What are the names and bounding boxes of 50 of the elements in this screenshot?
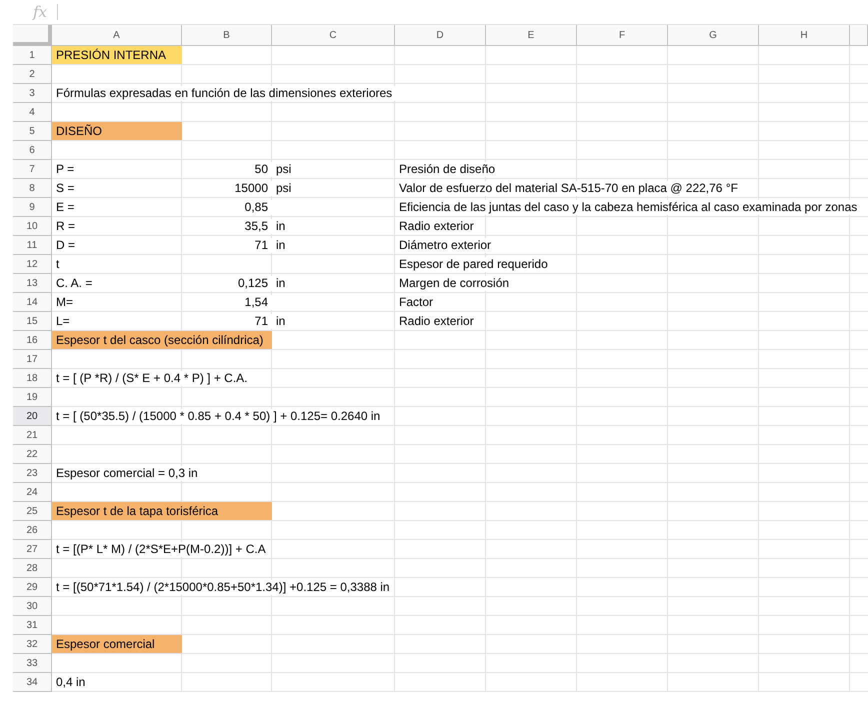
- row-header[interactable]: 18: [13, 369, 52, 388]
- section-heading: Espesor t de la tapa torisférica: [52, 502, 272, 520]
- column-header[interactable]: C: [272, 25, 395, 46]
- row-header[interactable]: 13: [13, 274, 52, 293]
- row-header[interactable]: 31: [13, 616, 52, 635]
- row-header[interactable]: 33: [13, 654, 52, 673]
- section-heading: Espesor comercial: [52, 635, 182, 653]
- section-heading: PRESIÓN INTERNA: [52, 46, 182, 64]
- formula-icon: fx: [33, 4, 48, 20]
- row-header[interactable]: 20: [13, 407, 52, 426]
- row-header[interactable]: 25: [13, 502, 52, 521]
- row-header[interactable]: 6: [13, 141, 52, 160]
- column-header[interactable]: A: [52, 25, 182, 46]
- column-header[interactable]: G: [668, 25, 759, 46]
- row-header[interactable]: 21: [13, 426, 52, 445]
- row-header[interactable]: 32: [13, 635, 52, 654]
- row-header[interactable]: 7: [13, 160, 52, 179]
- row-header[interactable]: 5: [13, 122, 52, 141]
- column-header[interactable]: D: [395, 25, 486, 46]
- row-header[interactable]: 19: [13, 388, 52, 407]
- section-heading: Espesor t del casco (sección cilíndrica): [52, 331, 272, 349]
- row-header[interactable]: 15: [13, 312, 52, 331]
- row-header[interactable]: 22: [13, 445, 52, 464]
- row-header[interactable]: 1: [13, 46, 52, 65]
- column-header[interactable]: E: [486, 25, 577, 46]
- column-header[interactable]: B: [182, 25, 272, 46]
- column-header[interactable]: F: [577, 25, 668, 46]
- section-heading: DISEÑO: [52, 122, 182, 140]
- row-header[interactable]: 11: [13, 236, 52, 255]
- select-all-corner[interactable]: [13, 25, 52, 46]
- row-header[interactable]: 10: [13, 217, 52, 236]
- column-header[interactable]: H: [759, 25, 850, 46]
- row-header[interactable]: 8: [13, 179, 52, 198]
- row-header[interactable]: 29: [13, 578, 52, 597]
- row-header[interactable]: 28: [13, 559, 52, 578]
- row-header[interactable]: 16: [13, 331, 52, 350]
- row-header[interactable]: 14: [13, 293, 52, 312]
- row-header[interactable]: 24: [13, 483, 52, 502]
- row-header[interactable]: 23: [13, 464, 52, 483]
- row-header[interactable]: 9: [13, 198, 52, 217]
- column-header[interactable]: [850, 25, 868, 46]
- row-header[interactable]: 26: [13, 521, 52, 540]
- row-header[interactable]: 3: [13, 84, 52, 103]
- row-header[interactable]: 17: [13, 350, 52, 369]
- row-header[interactable]: 4: [13, 103, 52, 122]
- row-header[interactable]: 30: [13, 597, 52, 616]
- row-header[interactable]: 12: [13, 255, 52, 274]
- row-header[interactable]: 2: [13, 65, 52, 84]
- row-header[interactable]: 34: [13, 673, 52, 692]
- row-header[interactable]: 27: [13, 540, 52, 559]
